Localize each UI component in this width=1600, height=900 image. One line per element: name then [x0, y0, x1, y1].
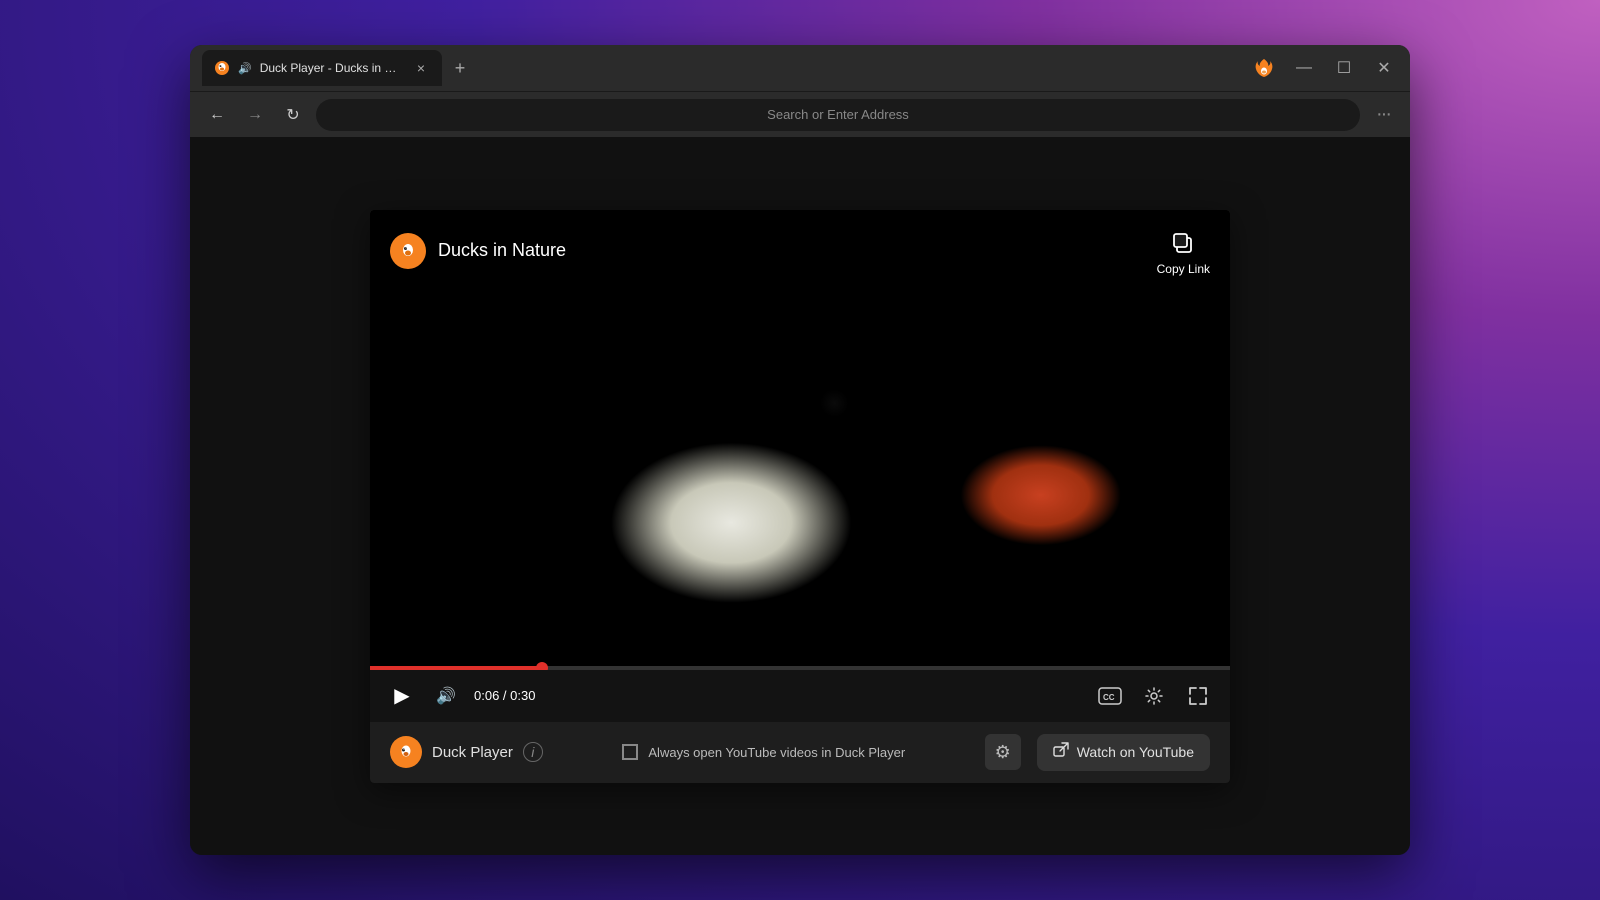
forward-button: → — [240, 100, 270, 130]
play-button[interactable]: ▶ — [386, 680, 418, 712]
tab-title: Duck Player - Ducks in Nature... — [260, 61, 404, 75]
watch-youtube-icon — [1053, 742, 1069, 763]
address-bar-text: Search or Enter Address — [767, 107, 909, 122]
tab-favicon — [214, 60, 230, 76]
video-with-progress: Ducks in Nature Copy — [370, 210, 1230, 722]
close-button[interactable]: ✕ — [1370, 54, 1398, 82]
ddg-badge — [390, 233, 426, 269]
progress-bar[interactable] — [370, 666, 1230, 670]
player-container: Ducks in Nature Copy — [370, 210, 1230, 783]
always-open-checkbox[interactable] — [622, 744, 638, 760]
volume-button[interactable]: 🔊 — [430, 680, 462, 712]
window-controls: — ☐ ✕ — [1250, 54, 1398, 82]
always-open-area: Always open YouTube videos in Duck Playe… — [559, 744, 969, 760]
copy-link-text: Copy Link — [1157, 262, 1210, 276]
copy-link-button[interactable]: Copy Link — [1157, 226, 1210, 276]
video-title: Ducks in Nature — [438, 240, 566, 261]
watch-on-youtube-button[interactable]: Watch on YouTube — [1037, 734, 1210, 771]
browser-window: 🔊 Duck Player - Ducks in Nature... × + —… — [190, 45, 1410, 855]
title-bar: 🔊 Duck Player - Ducks in Nature... × + —… — [190, 45, 1410, 91]
controls-row: ▶ 🔊 0:06 / 0:30 CC — [370, 670, 1230, 722]
ddg-logo-button[interactable] — [1250, 54, 1278, 82]
copy-link-icon — [1167, 226, 1199, 258]
fullscreen-button[interactable] — [1182, 680, 1214, 712]
tab-area: 🔊 Duck Player - Ducks in Nature... × + — [202, 50, 1242, 86]
maximize-button[interactable]: ☐ — [1330, 54, 1358, 82]
always-open-label: Always open YouTube videos in Duck Playe… — [648, 745, 905, 760]
new-tab-button[interactable]: + — [446, 54, 474, 82]
info-button[interactable]: i — [523, 742, 543, 762]
time-display: 0:06 / 0:30 — [474, 688, 535, 703]
video-frame[interactable]: Ducks in Nature Copy — [370, 210, 1230, 670]
video-header: Ducks in Nature Copy — [370, 210, 1230, 670]
watch-youtube-label: Watch on YouTube — [1077, 744, 1194, 760]
active-tab[interactable]: 🔊 Duck Player - Ducks in Nature... × — [202, 50, 442, 86]
back-button[interactable]: ← — [202, 100, 232, 130]
captions-button[interactable]: CC — [1094, 680, 1126, 712]
refresh-button[interactable]: ↻ — [278, 100, 308, 130]
duck-player-logo: Duck Player i — [390, 736, 543, 768]
progress-fill — [370, 666, 542, 670]
menu-button[interactable]: ··· — [1368, 100, 1398, 130]
content-area: Ducks in Nature Copy — [190, 137, 1410, 855]
bottom-bar: Duck Player i Always open YouTube videos… — [370, 722, 1230, 783]
duck-player-label: Duck Player — [432, 744, 513, 761]
nav-bar: ← → ↻ Search or Enter Address ··· — [190, 91, 1410, 137]
player-settings-button[interactable] — [1138, 680, 1170, 712]
video-title-bar: Ducks in Nature Copy — [370, 210, 1230, 292]
tab-audio-icon: 🔊 — [238, 62, 252, 75]
address-bar[interactable]: Search or Enter Address — [316, 99, 1360, 131]
player-preferences-button[interactable]: ⚙ — [985, 734, 1021, 770]
duck-player-icon — [390, 736, 422, 768]
tab-close-button[interactable]: × — [412, 59, 430, 77]
minimize-button[interactable]: — — [1290, 54, 1318, 82]
video-title-left: Ducks in Nature — [390, 233, 566, 269]
svg-text:CC: CC — [1103, 693, 1115, 702]
